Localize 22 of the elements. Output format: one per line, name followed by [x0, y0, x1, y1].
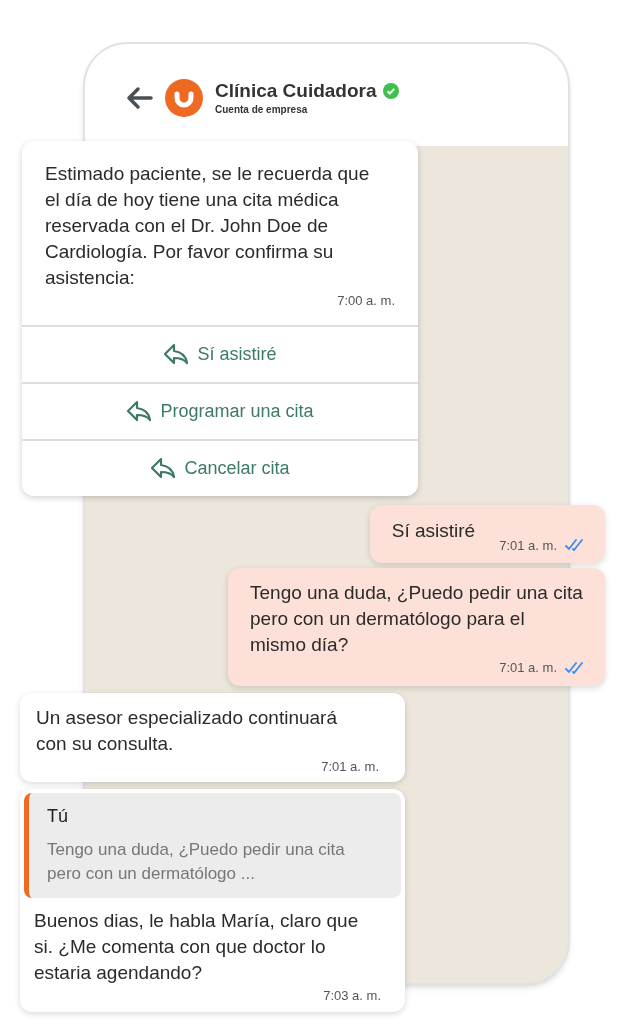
quick-reply-button[interactable]: Sí asistiré — [22, 324, 418, 382]
reply-icon — [126, 400, 153, 422]
clinic-name: Clínica Cuidadora — [215, 78, 377, 103]
message-time: 7:01 a. m. — [499, 659, 557, 677]
message-text: Buenos dias, le habla María, claro que si. ¿Me comenta con que doctor lo estaria agendando? — [33, 909, 360, 985]
message-time: 7:00 a. m. — [337, 292, 395, 310]
message-text: Sí asistiré — [391, 518, 476, 543]
quote-text: Tengo una duda, ¿Puedo pedir una cita pero con un dermatólogo ... — [47, 839, 346, 885]
message-text: Un asesor especializado continuará con su consulta. — [36, 705, 338, 756]
quote-author: Tú — [47, 805, 69, 828]
message-text: Estimado paciente, se le recuerda que el día de hoy tiene una cita médica reservada con el Dr. John Doe de Cardiología. Por favor confirma su asistencia: — [45, 162, 370, 290]
message-text: Tengo una duda, ¿Puedo pedir una cita pero con un dermatólogo para el mismo día? — [250, 581, 584, 657]
message-time: 7:01 a. m. — [499, 536, 557, 555]
message-time: 7:03 a. m. — [323, 987, 382, 1005]
quick-reply-button[interactable]: Cancelar cita — [22, 438, 418, 496]
reply-icon — [150, 457, 177, 479]
reply-icon — [163, 343, 190, 365]
clinic-logo-icon — [165, 79, 203, 117]
account-type-label: Cuenta de empresa — [215, 103, 309, 118]
quick-reply-button[interactable]: Programar una cita — [22, 381, 418, 439]
message-time: 7:01 a. m. — [321, 757, 379, 776]
back-arrow-icon[interactable] — [125, 86, 153, 110]
